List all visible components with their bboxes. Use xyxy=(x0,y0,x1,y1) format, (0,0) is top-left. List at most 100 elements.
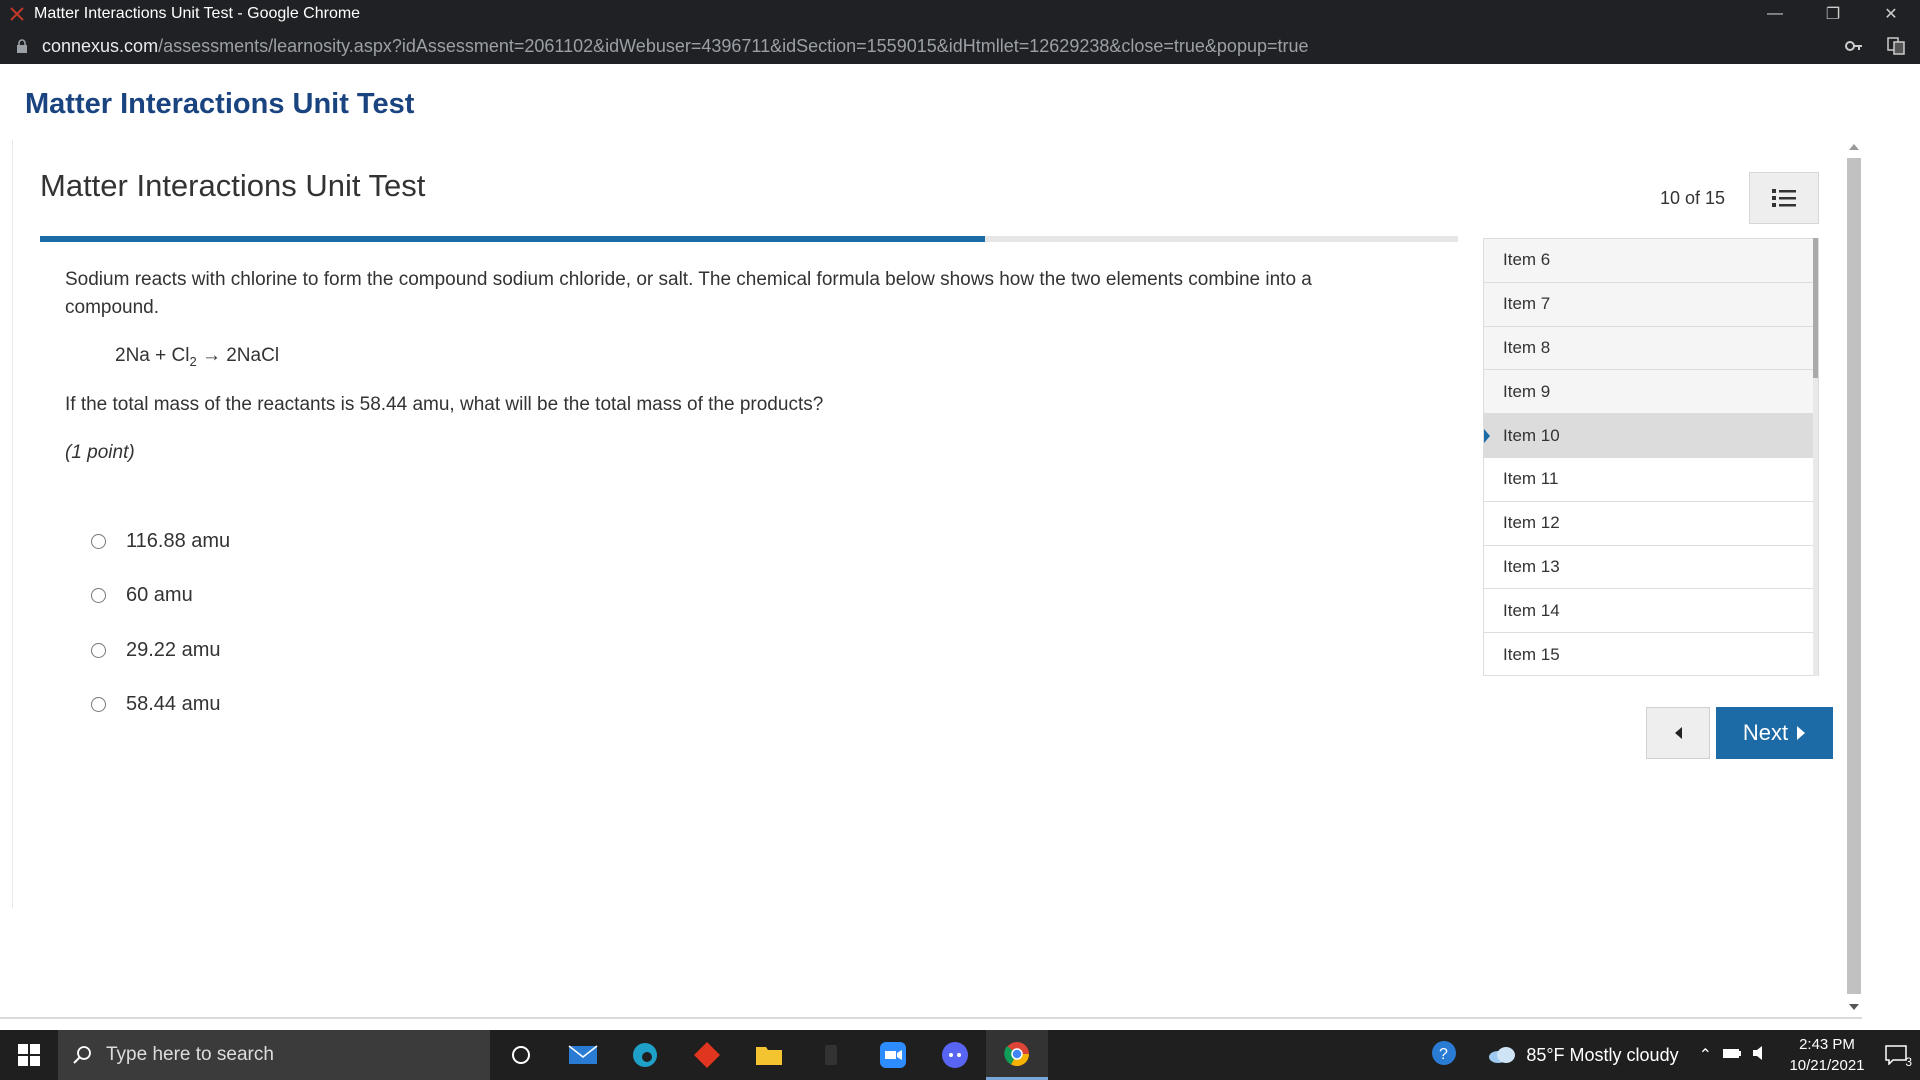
question-stem: Sodium reacts with chlorine to form the … xyxy=(65,269,1312,318)
search-icon xyxy=(73,1046,91,1064)
page-header: Matter Interactions Unit Test xyxy=(25,88,415,120)
red-diamond-app-icon xyxy=(694,1042,720,1068)
search-placeholder: Type here to search xyxy=(106,1044,274,1065)
scroll-down-arrow-icon[interactable] xyxy=(1849,1004,1859,1010)
next-button[interactable]: Next xyxy=(1716,707,1833,759)
app-dim-button[interactable] xyxy=(800,1030,862,1080)
mail-app-button[interactable] xyxy=(552,1030,614,1080)
item-nav-15[interactable]: Item 15 xyxy=(1484,633,1818,675)
app-close-icon xyxy=(6,3,28,25)
choice-label: 29.22 amu xyxy=(126,639,221,661)
assessment-panel: Matter Interactions Unit Test 10 of 15 S… xyxy=(12,140,1844,908)
notification-center-button[interactable]: 3 xyxy=(1872,1045,1920,1069)
task-view-button[interactable] xyxy=(490,1030,552,1080)
address-bar[interactable]: connexus.com/assessments/learnosity.aspx… xyxy=(0,28,1920,64)
key-icon[interactable] xyxy=(1844,36,1864,56)
formula-right: → 2NaCl xyxy=(196,345,280,366)
discord-icon xyxy=(942,1042,968,1068)
point-value: (1 point) xyxy=(65,442,135,463)
chrome-app-button[interactable] xyxy=(986,1030,1048,1080)
taskbar-search-box[interactable]: Type here to search xyxy=(58,1030,490,1080)
clock[interactable]: 2:43 PM 10/21/2021 xyxy=(1782,1034,1872,1076)
browser-title-bar: Matter Interactions Unit Test - Google C… xyxy=(0,0,1920,28)
mail-icon xyxy=(568,1045,598,1064)
choice-label: 60 amu xyxy=(126,584,193,606)
choice-label: 58.44 amu xyxy=(126,693,221,715)
zoom-app-button[interactable] xyxy=(862,1030,924,1080)
item-counter: 10 of 15 xyxy=(1660,188,1726,208)
item-nav-6[interactable]: Item 6 xyxy=(1484,239,1818,283)
file-explorer-button[interactable] xyxy=(738,1030,800,1080)
page-scrollbar[interactable] xyxy=(1845,140,1863,1014)
scrollbar-thumb[interactable] xyxy=(1813,238,1818,378)
notification-count: 3 xyxy=(1905,1055,1912,1069)
cloud-icon xyxy=(1489,1047,1516,1063)
list-icon xyxy=(1772,189,1796,207)
battery-icon[interactable] xyxy=(1722,1046,1742,1064)
item-navigation-list: Item 6 Item 7 Item 8 Item 9 Item 10 Item… xyxy=(1483,238,1819,676)
translate-icon[interactable] xyxy=(1886,36,1906,56)
minimize-button[interactable]: — xyxy=(1746,0,1804,28)
help-icon[interactable]: ? xyxy=(1430,1039,1458,1072)
windows-logo-icon xyxy=(18,1044,40,1066)
window-title: Matter Interactions Unit Test - Google C… xyxy=(34,5,361,22)
choice-label: 116.88 amu xyxy=(126,530,231,552)
edge-icon xyxy=(633,1043,657,1067)
item-nav-14[interactable]: Item 14 xyxy=(1484,589,1818,634)
discord-app-button[interactable] xyxy=(924,1030,986,1080)
divider xyxy=(0,1017,1862,1019)
scrollbar-thumb[interactable] xyxy=(1847,158,1861,994)
test-title: Matter Interactions Unit Test xyxy=(40,168,426,203)
notification-icon xyxy=(1885,1045,1907,1065)
answer-choice[interactable]: 60 amu xyxy=(91,584,193,607)
radio-button[interactable] xyxy=(91,534,106,549)
item-nav-7[interactable]: Item 7 xyxy=(1484,282,1818,327)
item-nav-9[interactable]: Item 9 xyxy=(1484,370,1818,415)
app-red-button[interactable] xyxy=(676,1030,738,1080)
system-tray: ? 85°F Mostly cloudy ⌃ 2:43 PM 10/21/202… xyxy=(1430,1030,1920,1080)
chrome-icon xyxy=(1004,1041,1029,1066)
clock-time: 2:43 PM xyxy=(1799,1036,1855,1053)
url-domain: connexus.com xyxy=(42,35,159,56)
radio-button[interactable] xyxy=(91,643,106,658)
app-dim-icon xyxy=(825,1045,837,1065)
close-button[interactable]: ✕ xyxy=(1862,0,1920,28)
item-list-toggle-button[interactable] xyxy=(1749,172,1819,224)
answer-choice[interactable]: 58.44 amu xyxy=(91,693,221,716)
scroll-up-arrow-icon[interactable] xyxy=(1849,144,1859,150)
progress-bar xyxy=(40,236,1458,242)
chemical-formula: 2Na + Cl2 → 2NaCl xyxy=(115,345,279,369)
radio-button[interactable] xyxy=(91,588,106,603)
restore-button[interactable]: ❐ xyxy=(1804,0,1862,28)
item-nav-13[interactable]: Item 13 xyxy=(1484,545,1818,590)
progress-fill xyxy=(40,236,986,242)
edge-browser-button[interactable] xyxy=(614,1030,676,1080)
item-list-scrollbar[interactable] xyxy=(1813,238,1818,676)
item-nav-8[interactable]: Item 8 xyxy=(1484,326,1818,371)
formula-subscript: 2 xyxy=(189,353,197,369)
clock-date: 10/21/2021 xyxy=(1789,1057,1865,1074)
caret-right-icon xyxy=(1797,726,1806,740)
radio-button[interactable] xyxy=(91,697,106,712)
folder-icon xyxy=(756,1047,782,1065)
cortana-icon xyxy=(512,1046,530,1064)
url-text[interactable]: connexus.com/assessments/learnosity.aspx… xyxy=(42,36,1309,57)
item-nav-12[interactable]: Item 12 xyxy=(1484,501,1818,546)
answer-choice[interactable]: 116.88 amu xyxy=(91,530,230,553)
weather-widget[interactable]: 85°F Mostly cloudy xyxy=(1488,1044,1679,1066)
lock-icon[interactable] xyxy=(15,37,29,55)
weather-text: 85°F Mostly cloudy xyxy=(1526,1044,1679,1065)
answer-choice[interactable]: 29.22 amu xyxy=(91,639,221,662)
chevron-up-icon[interactable]: ⌃ xyxy=(1699,1045,1712,1065)
previous-button[interactable] xyxy=(1646,707,1710,759)
volume-icon[interactable] xyxy=(1752,1045,1770,1066)
item-nav-11[interactable]: Item 11 xyxy=(1484,457,1818,502)
next-button-label: Next xyxy=(1742,720,1789,745)
zoom-icon xyxy=(880,1042,906,1068)
formula-left: 2Na + Cl xyxy=(115,345,190,366)
item-nav-10[interactable]: Item 10 xyxy=(1484,414,1818,458)
windows-taskbar: Type here to search ? 85°F Mostly cloudy… xyxy=(0,1030,1920,1080)
caret-left-icon xyxy=(1675,727,1682,739)
start-button[interactable] xyxy=(0,1030,58,1080)
url-path: /assessments/learnosity.aspx?idAssessmen… xyxy=(158,35,1309,56)
